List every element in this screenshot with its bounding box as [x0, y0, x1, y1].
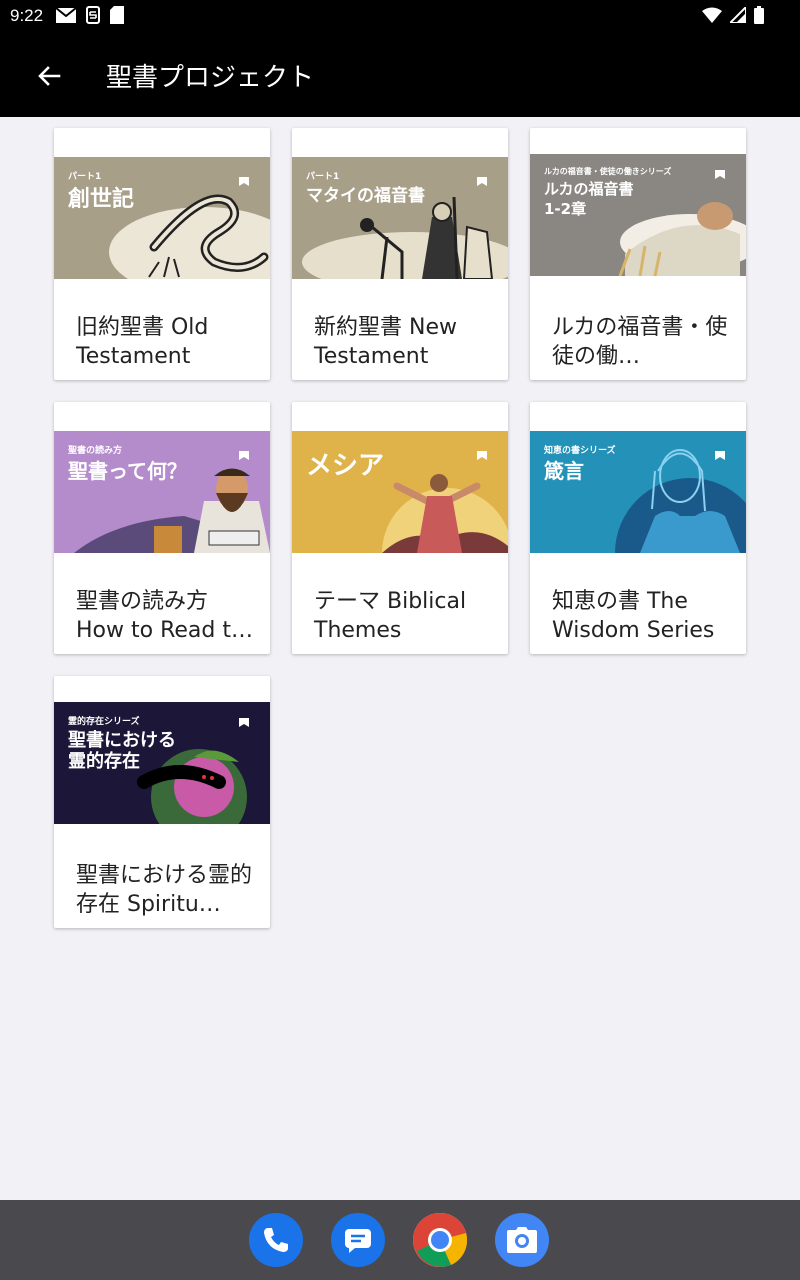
thumb-title: ルカの福音書 [544, 180, 634, 198]
card-thumbnail: 知恵の書シリーズ 箴言 [530, 431, 746, 553]
dock-bar [0, 1200, 800, 1280]
card-thumbnail: パート1 創世記 [54, 157, 270, 279]
thumb-title: マタイの福音書 [306, 186, 425, 206]
card-thumbnail: 霊的存在シリーズ 聖書における 霊的存在 [54, 702, 270, 824]
project-card-new-testament[interactable]: パート1 マタイの福音書 新約聖書 New Testament [292, 128, 508, 380]
card-title: 知恵の書 The Wisdom Series [552, 589, 715, 643]
chrome-app-button[interactable] [413, 1213, 467, 1267]
card-title: 聖書における霊的存在 Spiritu… [76, 863, 253, 917]
card-title: ルカの福音書・使徒の働… [552, 315, 728, 369]
card-thumbnail: パート1 マタイの福音書 [292, 157, 508, 279]
phone-app-button[interactable] [249, 1213, 303, 1267]
camera-app-button[interactable] [495, 1213, 549, 1267]
project-card-old-testament[interactable]: パート1 創世記 旧約聖書 Old Testament [54, 128, 270, 380]
page-title: 聖書プロジェクト [106, 63, 315, 93]
card-thumbnail: メシア [292, 431, 508, 553]
thumb-kicker: ルカの福音書・使徒の働きシリーズ [544, 167, 672, 176]
sd-card-icon [110, 6, 124, 24]
project-card-biblical-themes[interactable]: メシア テーマ Biblical Themes [292, 402, 508, 654]
app-bar: 聖書プロジェクト [0, 33, 800, 117]
card-thumbnail: ルカの福音書・使徒の働きシリーズ ルカの福音書 1-2章 [530, 154, 746, 276]
arrow-back-icon [38, 66, 61, 86]
project-card-spiritual-beings[interactable]: 霊的存在シリーズ 聖書における 霊的存在 聖書における霊的存在 Spiritu… [54, 676, 270, 928]
thumb-title: メシア [306, 451, 385, 481]
thumb-title-line2: 霊的存在 [68, 751, 140, 772]
phone-icon [264, 1228, 288, 1252]
messages-app-button[interactable] [331, 1213, 385, 1267]
back-button[interactable] [26, 53, 72, 99]
thumb-title-line2: 1-2章 [544, 200, 587, 218]
project-card-wisdom-series[interactable]: 知恵の書シリーズ 箴言 知恵の書 The Wisdom Series [530, 402, 746, 654]
messages-icon [345, 1229, 371, 1253]
card-thumbnail: 聖書の読み方 聖書って何？ [54, 431, 270, 553]
card-title: 旧約聖書 Old Testament [76, 315, 209, 369]
signal-icon [730, 7, 746, 23]
card-title: 新約聖書 New Testament [314, 315, 457, 369]
mail-icon [56, 7, 76, 23]
thumb-title: 聖書って何？ [68, 459, 187, 483]
project-card-how-to-read[interactable]: 聖書の読み方 聖書って何？ 聖書の読み方 How to Read t… [54, 402, 270, 654]
thumb-title: 創世記 [68, 187, 135, 212]
thumb-title: 箴言 [544, 459, 584, 483]
card-title: 聖書の読み方 How to Read t… [76, 589, 253, 643]
status-time: 9:22 [10, 6, 44, 25]
status-bar: 9:22 [0, 0, 800, 33]
app-notification-icon [86, 6, 100, 24]
camera-icon [507, 1227, 537, 1253]
chrome-icon [413, 1213, 467, 1267]
battery-icon [754, 6, 764, 24]
wifi-icon [702, 7, 722, 23]
project-card-luke-acts[interactable]: ルカの福音書・使徒の働きシリーズ ルカの福音書 1-2章 ルカの福音書・使徒の働… [530, 128, 746, 380]
card-title: テーマ Biblical Themes [314, 589, 467, 643]
